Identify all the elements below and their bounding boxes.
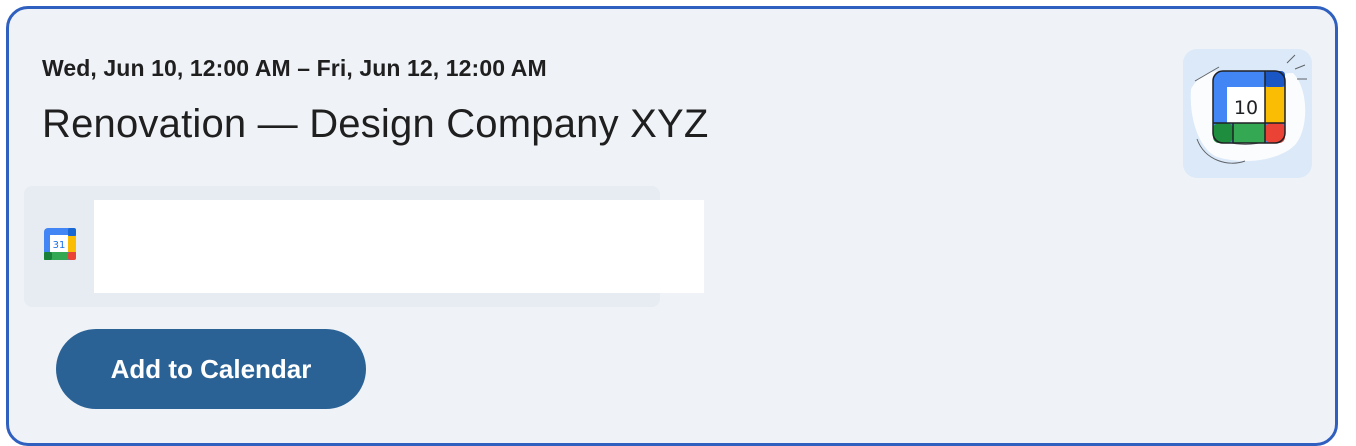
redacted-event-details (94, 200, 704, 293)
add-to-calendar-button[interactable]: Add to Calendar (56, 329, 366, 409)
calendar-event-row: 31 (24, 186, 704, 307)
calendar-illustration-thumbnail: 10 (1183, 49, 1312, 178)
event-card: Wed, Jun 10, 12:00 AM – Fri, Jun 12, 12:… (6, 6, 1338, 446)
thumbnail-day-number: 10 (1234, 97, 1258, 119)
calendar-icon-day: 31 (53, 240, 66, 251)
event-date-range: Wed, Jun 10, 12:00 AM – Fri, Jun 12, 12:… (42, 55, 547, 81)
google-calendar-icon: 31 (44, 228, 76, 260)
event-title: Renovation — Design Company XYZ (42, 102, 709, 146)
calendar-illustration-icon: 10 (1190, 54, 1307, 164)
